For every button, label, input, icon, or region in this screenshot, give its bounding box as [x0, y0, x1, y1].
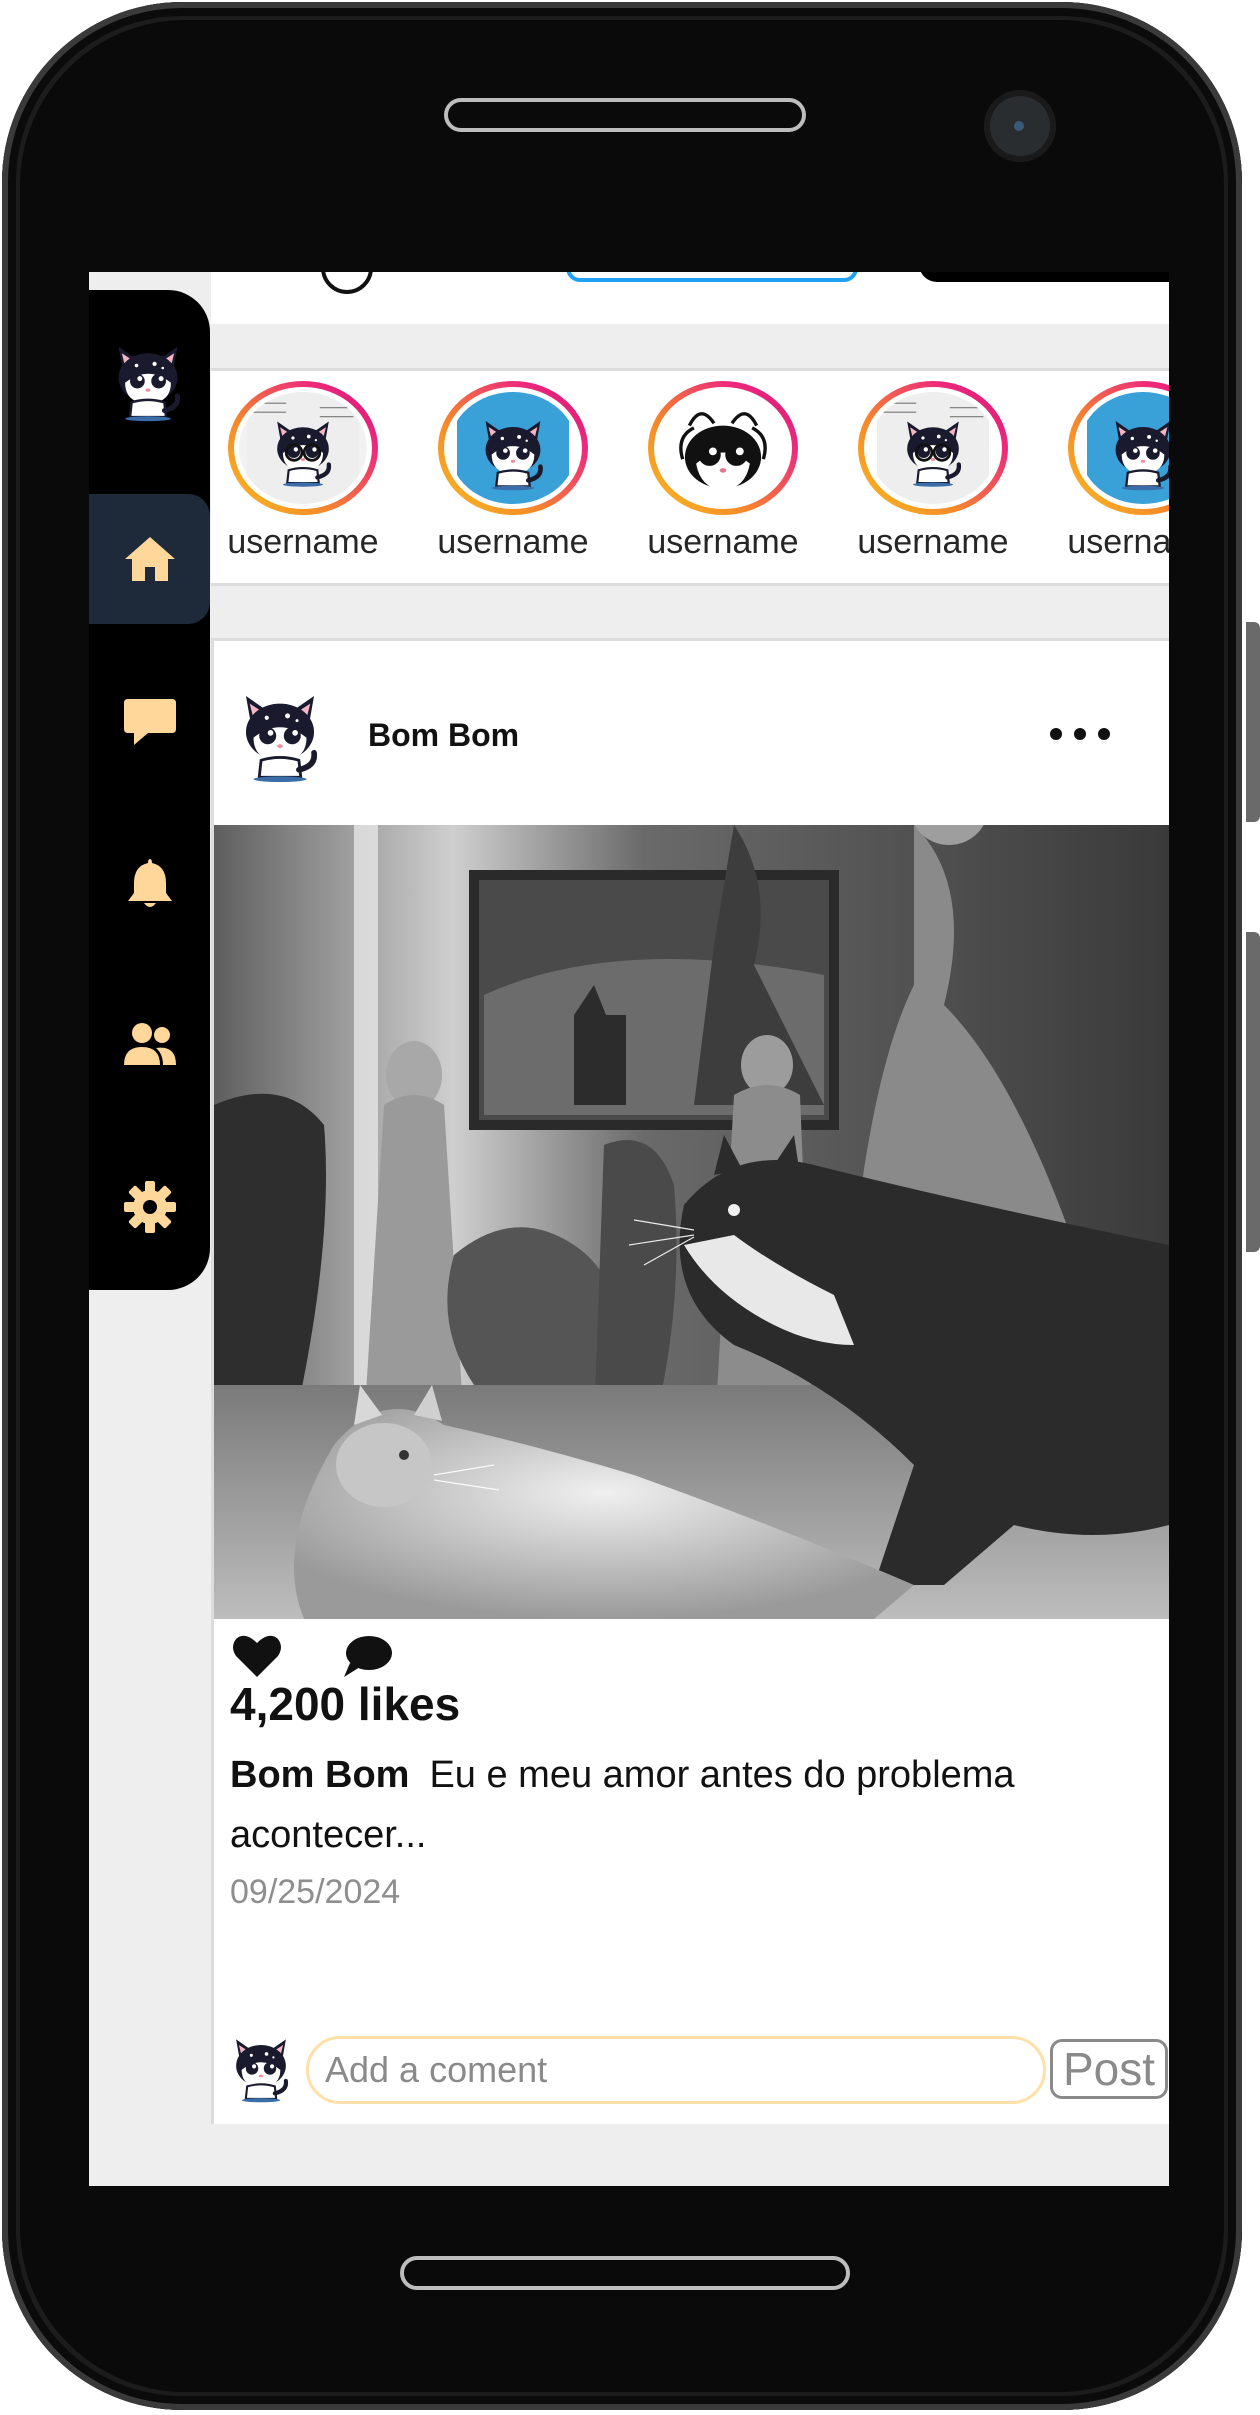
story-username: username	[227, 523, 379, 561]
volume-button	[1246, 622, 1260, 822]
story-ring	[228, 381, 378, 515]
comment-input[interactable]	[306, 2036, 1046, 2104]
sidebar-item-messages[interactable]	[89, 656, 210, 786]
cats-photo	[214, 825, 1169, 1619]
story-username: username	[437, 523, 589, 561]
comment-icon[interactable]	[340, 1631, 394, 1681]
header-partial	[211, 272, 1169, 324]
story-avatar	[239, 392, 367, 504]
users-icon	[123, 1023, 176, 1065]
glasses-cat-icon	[247, 392, 359, 504]
story-item[interactable]: username	[633, 381, 813, 562]
front-camera-icon	[984, 90, 1056, 162]
follow-button[interactable]	[566, 272, 858, 282]
bell-icon	[127, 859, 172, 907]
cat-logo-icon[interactable]	[107, 332, 189, 422]
current-user-avatar	[226, 2027, 296, 2103]
glasses-cat-icon	[877, 392, 989, 504]
story-item[interactable]: username	[213, 381, 393, 562]
post-image[interactable]	[214, 825, 1169, 1619]
cat-avatar-icon	[457, 392, 569, 504]
story-ring	[438, 381, 588, 515]
profile-icon[interactable]	[321, 272, 373, 294]
post-date: 09/25/2024	[230, 1873, 401, 1911]
action-button[interactable]	[919, 272, 1169, 282]
sidebar-nav	[89, 290, 210, 1290]
sidebar-item-home[interactable]	[89, 494, 210, 624]
story-avatar	[659, 392, 787, 504]
home-icon	[124, 537, 175, 581]
story-item[interactable]: username	[843, 381, 1023, 562]
likes-count: 4,200 likes	[230, 1678, 461, 1730]
post-actions	[230, 1631, 394, 1681]
caption-username[interactable]: Bom Bom	[230, 1754, 409, 1796]
story-ring	[648, 381, 798, 515]
cat-avatar-icon	[1087, 392, 1169, 504]
story-item[interactable]: username	[1053, 381, 1169, 562]
home-bar[interactable]	[400, 2256, 850, 2290]
story-ring	[858, 381, 1008, 515]
story-avatar	[449, 392, 577, 504]
post-caption: Bom Bom Eu e meu amor antes do problema a…	[230, 1745, 1110, 1865]
earpiece-speaker	[444, 98, 806, 132]
post-comment-button[interactable]: Post	[1050, 2039, 1168, 2099]
sidebar-item-settings[interactable]	[89, 1142, 210, 1272]
story-username: username	[857, 523, 1009, 561]
sidebar-item-friends[interactable]	[89, 980, 210, 1110]
story-ring	[1068, 381, 1169, 515]
power-button	[1246, 932, 1260, 1252]
more-options-icon[interactable]	[1050, 719, 1110, 749]
story-avatar	[869, 392, 997, 504]
story-username: username	[647, 523, 799, 561]
gear-icon	[123, 1181, 176, 1233]
story-avatar	[1079, 392, 1169, 504]
post-card: Bom Bom 4,200 likes Bom Bom Eu e meu amo…	[211, 638, 1169, 2124]
post-username[interactable]: Bom Bom	[368, 717, 519, 754]
app-screen: username username username username user…	[89, 272, 1169, 2186]
heart-icon[interactable]	[230, 1631, 284, 1681]
chat-bubble-icon	[123, 699, 176, 745]
sidebar-item-notifications[interactable]	[89, 818, 210, 948]
story-username: username	[1067, 523, 1169, 561]
fluffy-cat-icon	[667, 392, 779, 504]
post-author-avatar[interactable]	[232, 679, 328, 783]
story-item[interactable]: username	[423, 381, 603, 562]
stories-bar[interactable]: username username username username user…	[211, 368, 1169, 586]
